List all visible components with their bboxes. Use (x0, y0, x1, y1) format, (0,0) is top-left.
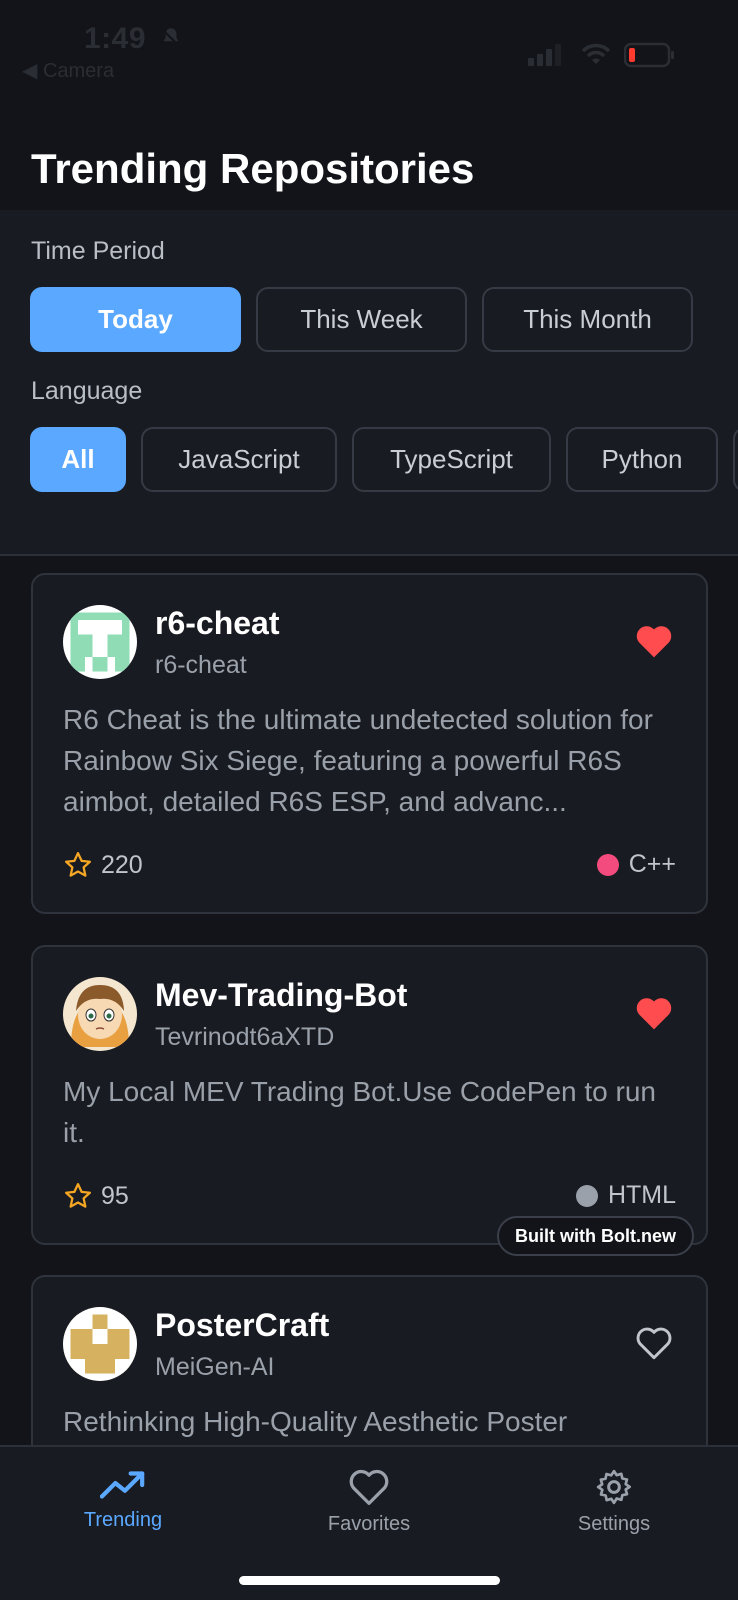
repo-owner: Tevrinodt6aXTD (155, 1023, 335, 1051)
repo-name[interactable]: Mev-Trading-Bot (155, 977, 407, 1014)
star-count: 220 (63, 850, 143, 880)
star-icon (65, 852, 91, 877)
repo-card[interactable]: Mev-Trading-Bot Tevrinodt6aXTD My Local … (31, 945, 708, 1245)
repo-description: R6 Cheat is the ultimate undetected solu… (63, 704, 653, 817)
time-period-label: Time Period (31, 237, 165, 265)
avatar (63, 1307, 137, 1381)
tab-settings-label: Settings (577, 1513, 651, 1535)
tab-settings[interactable]: Settings (534, 1467, 694, 1536)
star-icon (65, 1183, 91, 1208)
star-count-value: 220 (101, 850, 143, 879)
built-with-bolt-badge[interactable]: Built with Bolt.new (497, 1216, 694, 1256)
silent-bell-icon (161, 28, 181, 48)
filter-panel: Time Period Today This Week This Month L… (0, 210, 738, 556)
tab-favorites-label: Favorites (327, 1513, 411, 1535)
wifi-icon (581, 43, 611, 64)
tab-trending-label: Trending (83, 1509, 163, 1531)
repo-name[interactable]: PosterCraft (155, 1307, 329, 1344)
page-header: Trending Repositories (0, 95, 738, 210)
tab-trending[interactable]: Trending (43, 1467, 203, 1532)
chip-this-month[interactable]: This Month (482, 287, 693, 352)
chip-today[interactable]: Today (30, 287, 241, 352)
language-color-dot (575, 1184, 598, 1207)
tab-favorites[interactable]: Favorites (289, 1467, 449, 1536)
language-name: HTML (607, 1181, 676, 1209)
heart-icon (349, 1469, 389, 1505)
battery-icon (624, 42, 674, 68)
repo-description: Rethinking High-Quality Aesthetic Poster (63, 1406, 568, 1437)
chip-lang-all[interactable]: All (30, 427, 126, 492)
page-title: Trending Repositories (31, 145, 475, 192)
star-count: 95 (63, 1181, 129, 1211)
chip-lang-javascript[interactable]: JavaScript (141, 427, 337, 492)
chip-lang-python[interactable]: Python (566, 427, 718, 492)
chip-lang-more[interactable] (733, 427, 738, 492)
repo-description: My Local MEV Trading Bot.Use CodePen to … (63, 1076, 656, 1148)
star-count-value: 95 (101, 1181, 129, 1210)
status-time: 1:49 (84, 22, 147, 55)
chip-this-week[interactable]: This Week (256, 287, 467, 352)
favorite-filled-heart-icon[interactable] (634, 623, 674, 659)
avatar (63, 605, 137, 679)
trending-icon (100, 1471, 145, 1499)
cellular-signal-icon (528, 44, 561, 66)
chip-lang-typescript[interactable]: TypeScript (352, 427, 551, 492)
avatar (63, 977, 137, 1051)
repo-card[interactable]: r6-cheat r6-cheat R6 Cheat is the ultima… (31, 573, 708, 914)
home-indicator[interactable] (239, 1576, 500, 1585)
favorite-outline-heart-icon[interactable] (634, 1325, 674, 1361)
repo-name[interactable]: r6-cheat (155, 605, 280, 642)
language-name: C++ (628, 850, 676, 878)
back-to-camera-link[interactable]: ◀ Camera (22, 58, 114, 83)
status-bar: 1:49 ◀ Camera (0, 0, 738, 95)
repo-language: HTML (575, 1181, 676, 1210)
favorite-filled-heart-icon[interactable] (634, 995, 674, 1031)
repo-language: C++ (596, 850, 676, 879)
gear-icon (596, 1469, 631, 1505)
language-color-dot (596, 853, 619, 876)
repo-owner: r6-cheat (155, 651, 247, 679)
language-label: Language (31, 377, 143, 405)
repo-owner: MeiGen-AI (155, 1353, 275, 1381)
